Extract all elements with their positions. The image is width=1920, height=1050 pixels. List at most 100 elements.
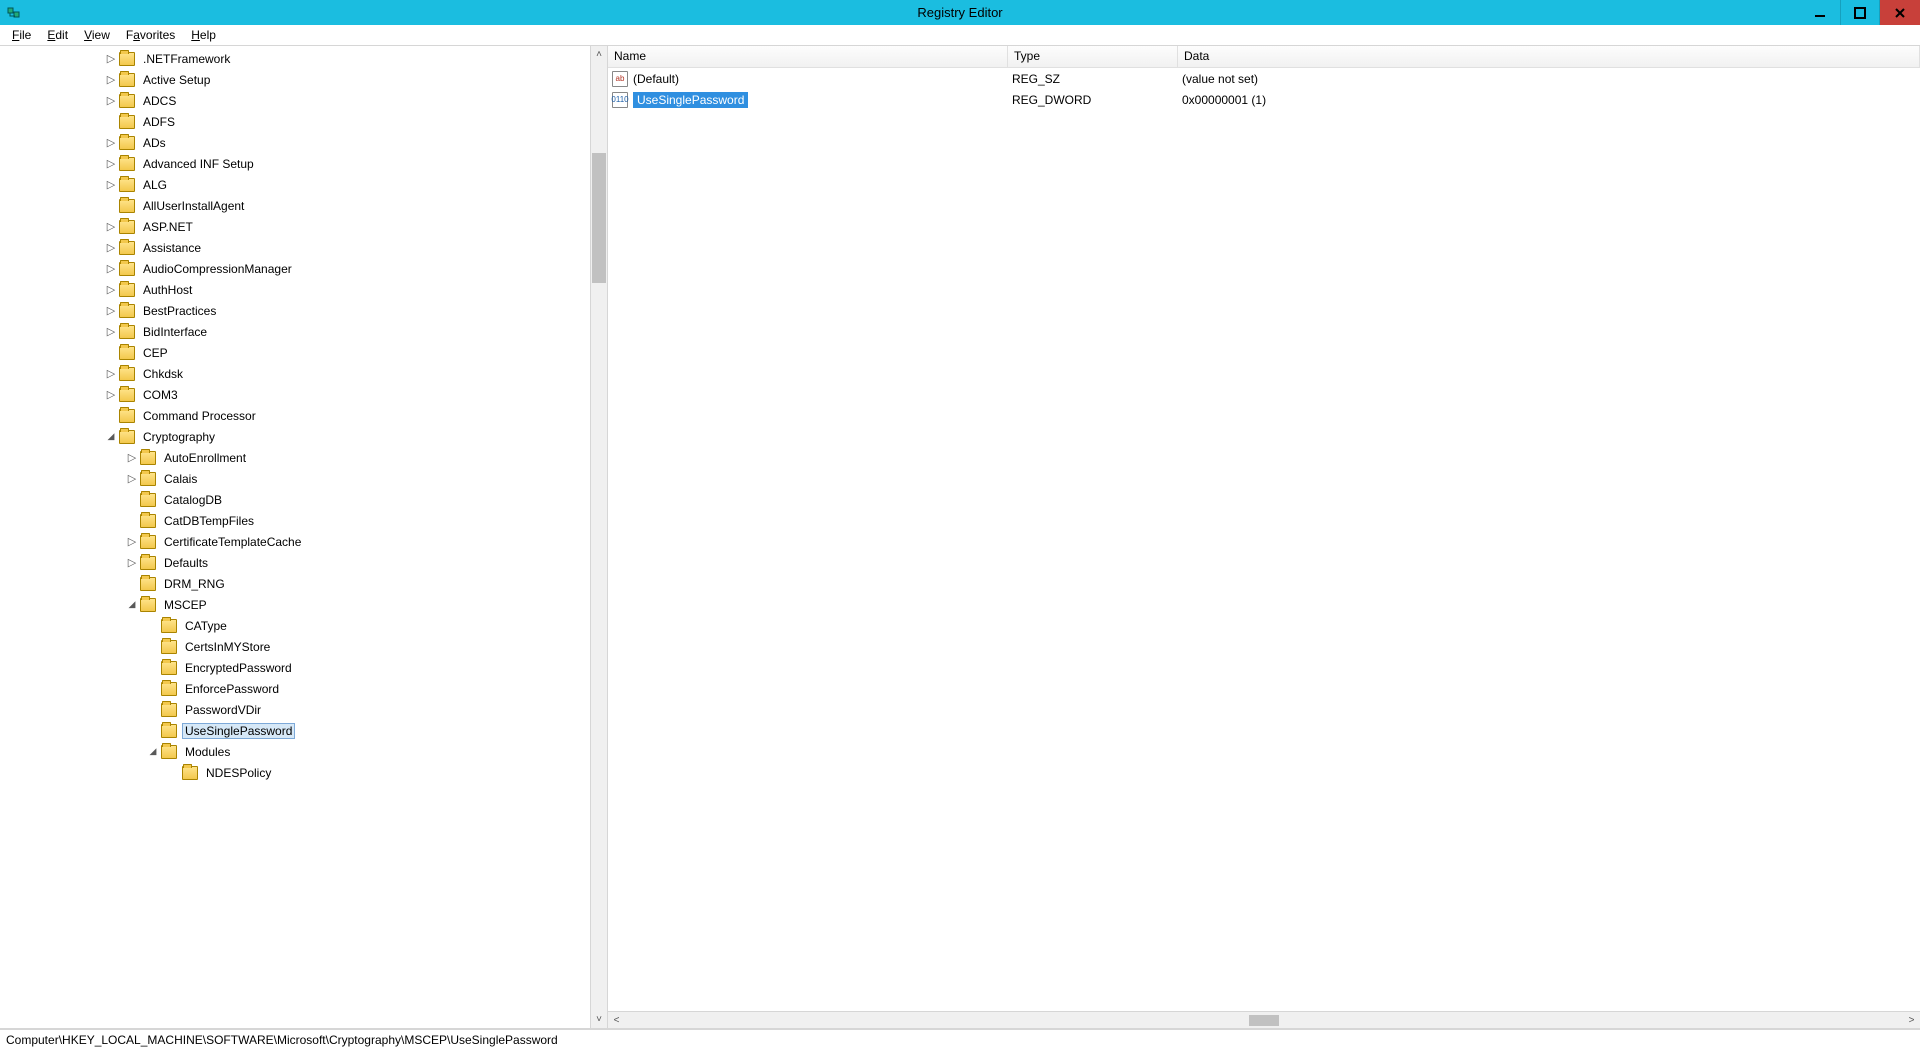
value-row[interactable]: 0110UseSinglePasswordREG_DWORD0x00000001… xyxy=(608,89,1920,110)
close-button[interactable] xyxy=(1880,0,1920,25)
tree-label: Advanced INF Setup xyxy=(140,156,257,172)
title-bar: Registry Editor xyxy=(0,0,1920,25)
tree-node[interactable]: ▷Calais xyxy=(0,468,607,489)
tree-node[interactable]: ◢Modules xyxy=(0,741,607,762)
tree-node[interactable]: CEP xyxy=(0,342,607,363)
tree-node[interactable]: ADFS xyxy=(0,111,607,132)
value-row[interactable]: ab(Default)REG_SZ(value not set) xyxy=(608,68,1920,89)
tree-label: DRM_RNG xyxy=(161,576,228,592)
folder-icon xyxy=(119,367,135,381)
tree-node[interactable]: ▷ Assistance xyxy=(0,237,607,258)
tree-node[interactable]: ▷ Advanced INF Setup xyxy=(0,153,607,174)
chevron-right-icon[interactable]: ▷ xyxy=(105,368,117,380)
tree-label: ADs xyxy=(140,135,169,151)
tree-node[interactable]: NDESPolicy xyxy=(0,762,607,783)
chevron-right-icon[interactable]: ▷ xyxy=(126,452,138,464)
menu-bar: File Edit View Favorites Help xyxy=(0,25,1920,46)
chevron-down-icon[interactable]: ◢ xyxy=(147,746,159,758)
tree-node[interactable]: EncryptedPassword xyxy=(0,657,607,678)
window-title: Registry Editor xyxy=(917,5,1002,20)
chevron-right-icon[interactable]: ▷ xyxy=(105,179,117,191)
tree-label: ADFS xyxy=(140,114,178,130)
tree-node[interactable]: ▷Defaults xyxy=(0,552,607,573)
tree-label: ADCS xyxy=(140,93,179,109)
chevron-right-icon[interactable]: ▷ xyxy=(105,284,117,296)
tree-node[interactable]: ◢Cryptography xyxy=(0,426,607,447)
scroll-up-icon[interactable]: ˄ xyxy=(591,46,607,63)
chevron-right-icon[interactable]: ▷ xyxy=(105,326,117,338)
chevron-right-icon[interactable]: ▷ xyxy=(105,95,117,107)
chevron-right-icon[interactable]: ▷ xyxy=(105,263,117,275)
menu-help[interactable]: Help xyxy=(183,26,224,44)
column-type[interactable]: Type xyxy=(1008,46,1178,67)
folder-icon xyxy=(119,325,135,339)
tree-node[interactable]: UseSinglePassword xyxy=(0,720,607,741)
hscroll-right-icon[interactable]: > xyxy=(1903,1012,1920,1028)
tree-node[interactable]: AllUserInstallAgent xyxy=(0,195,607,216)
tree-node[interactable]: EnforcePassword xyxy=(0,678,607,699)
chevron-right-icon[interactable]: ▷ xyxy=(105,242,117,254)
tree-node[interactable]: ▷BestPractices xyxy=(0,300,607,321)
registry-tree[interactable]: ▷.NETFramework▷Active Setup▷ADCSADFS▷ADs… xyxy=(0,46,607,783)
tree-node[interactable]: CatDBTempFiles xyxy=(0,510,607,531)
column-data[interactable]: Data xyxy=(1178,46,1920,67)
tree-label: UseSinglePassword xyxy=(182,723,295,739)
tree-node[interactable]: ▷CertificateTemplateCache xyxy=(0,531,607,552)
menu-favorites[interactable]: Favorites xyxy=(118,26,183,44)
tree-node[interactable]: ▷Active Setup xyxy=(0,69,607,90)
chevron-right-icon[interactable]: ▷ xyxy=(105,305,117,317)
menu-file[interactable]: File xyxy=(4,26,39,44)
tree-node[interactable]: PasswordVDir xyxy=(0,699,607,720)
window-controls xyxy=(1800,0,1920,25)
menu-edit[interactable]: Edit xyxy=(39,26,76,44)
tree-node[interactable]: ▷ASP.NET xyxy=(0,216,607,237)
values-list[interactable]: ab(Default)REG_SZ(value not set)0110UseS… xyxy=(608,68,1920,1011)
chevron-right-icon[interactable]: ▷ xyxy=(105,221,117,233)
scroll-thumb[interactable] xyxy=(592,153,606,283)
folder-icon xyxy=(140,598,156,612)
maximize-button[interactable] xyxy=(1840,0,1880,25)
list-hscrollbar[interactable]: < > xyxy=(608,1011,1920,1028)
tree-node[interactable]: ▷ALG xyxy=(0,174,607,195)
chevron-right-icon[interactable]: ▷ xyxy=(105,137,117,149)
chevron-right-icon[interactable]: ▷ xyxy=(105,74,117,86)
tree-node[interactable]: ◢MSCEP xyxy=(0,594,607,615)
dword-value-icon: 0110 xyxy=(612,92,628,108)
tree-label: Assistance xyxy=(140,240,204,256)
menu-view[interactable]: View xyxy=(76,26,118,44)
tree-node[interactable]: Command Processor xyxy=(0,405,607,426)
tree-node[interactable]: ▷AuthHost xyxy=(0,279,607,300)
tree-label: CatDBTempFiles xyxy=(161,513,257,529)
tree-node[interactable]: CatalogDB xyxy=(0,489,607,510)
tree-node[interactable]: ▷AutoEnrollment xyxy=(0,447,607,468)
tree-node[interactable]: CAType xyxy=(0,615,607,636)
tree-node[interactable]: CertsInMYStore xyxy=(0,636,607,657)
hscroll-left-icon[interactable]: < xyxy=(608,1012,625,1028)
minimize-button[interactable] xyxy=(1800,0,1840,25)
chevron-right-icon[interactable]: ▷ xyxy=(126,557,138,569)
chevron-down-icon[interactable]: ◢ xyxy=(105,431,117,443)
tree-node[interactable]: ▷BidInterface xyxy=(0,321,607,342)
tree-node[interactable]: DRM_RNG xyxy=(0,573,607,594)
tree-pane: ▷.NETFramework▷Active Setup▷ADCSADFS▷ADs… xyxy=(0,46,608,1028)
folder-icon xyxy=(161,640,177,654)
tree-node[interactable]: ▷ ADs xyxy=(0,132,607,153)
scroll-down-icon[interactable]: ˅ xyxy=(591,1011,607,1028)
chevron-right-icon[interactable]: ▷ xyxy=(126,536,138,548)
tree-scrollbar[interactable]: ˄ ˅ xyxy=(590,46,607,1028)
tree-node[interactable]: ▷AudioCompressionManager xyxy=(0,258,607,279)
hscroll-thumb[interactable] xyxy=(1249,1015,1279,1026)
chevron-right-icon[interactable]: ▷ xyxy=(105,389,117,401)
chevron-right-icon[interactable]: ▷ xyxy=(105,158,117,170)
chevron-right-icon[interactable]: ▷ xyxy=(126,473,138,485)
tree-node[interactable]: ▷ ADCS xyxy=(0,90,607,111)
tree-node[interactable]: ▷Chkdsk xyxy=(0,363,607,384)
chevron-down-icon[interactable]: ◢ xyxy=(126,599,138,611)
tree-label: PasswordVDir xyxy=(182,702,264,718)
tree-node[interactable]: ▷COM3 xyxy=(0,384,607,405)
tree-node[interactable]: ▷.NETFramework xyxy=(0,48,607,69)
tree-label: CatalogDB xyxy=(161,492,225,508)
chevron-right-icon[interactable]: ▷ xyxy=(105,53,117,65)
column-name[interactable]: Name xyxy=(608,46,1008,67)
value-data: 0x00000001 (1) xyxy=(1178,93,1920,107)
